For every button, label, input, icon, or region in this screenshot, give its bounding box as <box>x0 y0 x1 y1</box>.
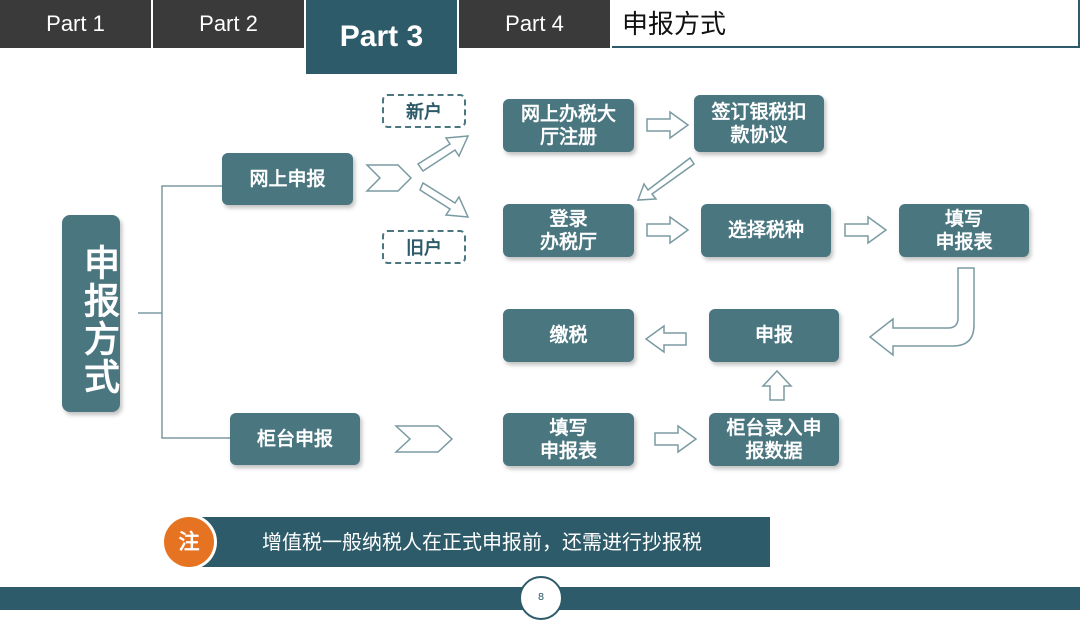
arrow-up-icon <box>761 369 793 401</box>
arrow-right-icon <box>646 110 690 140</box>
arrow-right-icon <box>844 215 888 245</box>
note-badge: 注 <box>164 517 214 567</box>
node-choose-tax: 选择税种 <box>701 204 831 257</box>
tag-new-user: 新户 <box>382 94 466 128</box>
node-online-declaration: 网上申报 <box>222 153 353 205</box>
chevron-online-icon <box>365 164 413 192</box>
tag-old-user: 旧户 <box>382 230 466 264</box>
arrow-down-left-icon <box>636 156 696 201</box>
arrow-right-icon <box>646 215 690 245</box>
node-login: 登录 办税厅 <box>503 204 634 257</box>
chevron-counter-icon <box>394 425 454 453</box>
arrow-up-right-icon <box>416 135 470 173</box>
node-fill-form-counter: 填写 申报表 <box>503 413 634 466</box>
branch-bracket <box>161 185 230 439</box>
node-pay-tax: 缴税 <box>503 309 634 362</box>
arrow-curved-icon <box>868 267 975 357</box>
node-sign-agreement: 签订银税扣 款协议 <box>694 95 824 152</box>
node-fill-form-online: 填写 申报表 <box>899 204 1029 257</box>
node-counter-declaration: 柜台申报 <box>230 413 360 465</box>
arrow-down-right-icon <box>419 181 470 218</box>
note-text: 增值税一般纳税人在正式申报前，还需进行抄报税 <box>188 517 770 567</box>
arrow-left-icon <box>644 324 687 354</box>
page-number: 8 <box>519 576 563 620</box>
node-counter-entry: 柜台录入申 报数据 <box>709 413 839 466</box>
arrow-right-icon <box>654 424 698 454</box>
node-register: 网上办税大 厅注册 <box>503 99 634 152</box>
node-declare: 申报 <box>709 309 839 362</box>
root-node: 申报方式 <box>62 215 120 412</box>
